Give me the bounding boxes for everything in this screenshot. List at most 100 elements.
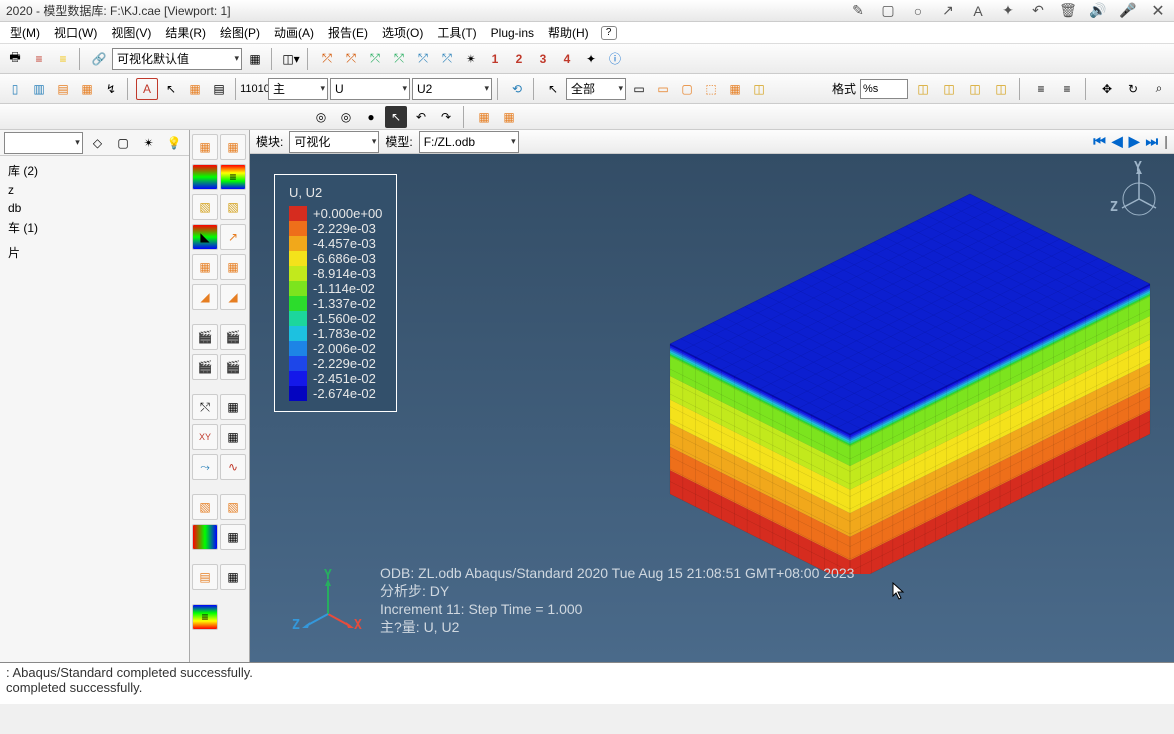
delete-icon[interactable]: 🗑: [1058, 1, 1078, 21]
tool-path-icon[interactable]: ⤳: [192, 454, 218, 480]
sel-box3d-icon[interactable]: ◫: [748, 78, 770, 100]
sel-2-icon[interactable]: ▭: [652, 78, 674, 100]
pan-icon[interactable]: ✥: [1096, 78, 1118, 100]
show-hide-icon[interactable]: ▤: [208, 78, 230, 100]
menu-plot[interactable]: 绘图(P): [214, 22, 266, 43]
select-k-icon[interactable]: ↖: [385, 106, 407, 128]
cube-dropdown-icon[interactable]: ◫▾: [280, 48, 302, 70]
csys-4-icon[interactable]: 4: [556, 48, 578, 70]
query-box-icon[interactable]: ▦: [184, 78, 206, 100]
sel-4-icon[interactable]: ⬚: [700, 78, 722, 100]
db-icon-2[interactable]: ≡: [52, 48, 74, 70]
render-fill-icon[interactable]: ◫: [990, 78, 1012, 100]
tool-grid2-icon[interactable]: ▦: [220, 134, 246, 160]
last-frame-icon[interactable]: ⏭: [1145, 133, 1158, 150]
menu-model[interactable]: 型(M): [4, 22, 46, 43]
primary-label-dropdown[interactable]: 主: [268, 78, 328, 100]
vis-default-dropdown[interactable]: 可视化默认值: [112, 48, 242, 70]
tool-plot-icon[interactable]: ∿: [220, 454, 246, 480]
tree-bulb-icon[interactable]: 💡: [163, 132, 185, 154]
tree-item[interactable]: 库 (2): [4, 160, 185, 181]
primary-comp-dropdown[interactable]: U2: [412, 78, 492, 100]
tree-folder-icon[interactable]: ▢: [112, 132, 134, 154]
menu-options[interactable]: 选项(O): [376, 22, 429, 43]
tool-spectrum-icon[interactable]: [192, 524, 218, 550]
tool-field1-icon[interactable]: ▧: [192, 494, 218, 520]
sel-1-icon[interactable]: ▭: [628, 78, 650, 100]
menu-view[interactable]: 视图(V): [105, 22, 157, 43]
tree-filter-dropdown[interactable]: [4, 132, 83, 154]
csys-x1-icon[interactable]: ⤱: [316, 48, 338, 70]
tree-item[interactable]: 片: [4, 242, 185, 263]
tool-list2-icon[interactable]: ▦: [220, 564, 246, 590]
rotate-icon[interactable]: ↻: [1122, 78, 1144, 100]
first-frame-icon[interactable]: ⏮: [1093, 133, 1106, 150]
text-icon[interactable]: A: [968, 1, 988, 21]
tree-item[interactable]: z: [4, 181, 185, 199]
csys-all-icon[interactable]: ✴: [460, 48, 482, 70]
tool-csys-icon[interactable]: ⤲: [192, 394, 218, 420]
rail1-icon[interactable]: ≡: [1030, 78, 1052, 100]
tool-table-icon[interactable]: ▦: [220, 394, 246, 420]
print-icon[interactable]: 🖶: [4, 48, 26, 70]
tool-grid-icon[interactable]: ▦: [192, 134, 218, 160]
menu-help[interactable]: 帮助(H): [542, 22, 595, 43]
csys-2-icon[interactable]: 2: [508, 48, 530, 70]
render-wire-icon[interactable]: ◫: [912, 78, 934, 100]
tool-field2-icon[interactable]: ▧: [220, 494, 246, 520]
tool-cut2-icon[interactable]: ◢: [220, 284, 246, 310]
circ1-icon[interactable]: ◎: [310, 106, 332, 128]
viewport[interactable]: U, U2 +0.000e+00-2.229e-03-4.457e-03-6.6…: [250, 154, 1174, 662]
tool-list-icon[interactable]: ▤: [192, 564, 218, 590]
tool-cut1-icon[interactable]: ◢: [192, 284, 218, 310]
sparkle-icon[interactable]: ✦: [998, 1, 1018, 21]
render-shaded-icon[interactable]: ◫: [964, 78, 986, 100]
select-scope-dropdown[interactable]: 全部: [566, 78, 626, 100]
tool-set-icon[interactable]: ▦: [220, 524, 246, 550]
csys-z2-icon[interactable]: ⤱: [436, 48, 458, 70]
menu-viewport[interactable]: 视口(W): [48, 22, 103, 43]
db-icon-1[interactable]: ≡: [28, 48, 50, 70]
sound-icon[interactable]: 🔊: [1088, 1, 1108, 21]
view-opt2-icon[interactable]: ▦: [498, 106, 520, 128]
model-dropdown[interactable]: F:/ZL.odb: [419, 131, 519, 153]
sync-icon[interactable]: ⟲: [506, 78, 528, 100]
mic-icon[interactable]: 🎤: [1118, 1, 1138, 21]
csys-1-icon[interactable]: 1: [484, 48, 506, 70]
menu-tools[interactable]: 工具(T): [431, 22, 482, 43]
tool-anim2-icon[interactable]: 🎬: [220, 324, 246, 350]
layout3-icon[interactable]: ▤: [52, 78, 74, 100]
tool-mat2-icon[interactable]: ▦: [220, 254, 246, 280]
close-icon[interactable]: ✕: [1148, 1, 1168, 21]
tree-gear-icon[interactable]: ✴: [138, 132, 160, 154]
view-opt1-icon[interactable]: ▦: [473, 106, 495, 128]
tree-expand-icon[interactable]: ◇: [87, 132, 109, 154]
rail2-icon[interactable]: ≡: [1056, 78, 1078, 100]
undo-icon[interactable]: ↶: [1028, 1, 1048, 21]
circ3-icon[interactable]: ●: [360, 106, 382, 128]
undo2-icon[interactable]: ↶: [410, 106, 432, 128]
layout1-icon[interactable]: ▯: [4, 78, 26, 100]
menu-report[interactable]: 报告(E): [322, 22, 374, 43]
tool-anim3-icon[interactable]: 🎬: [192, 354, 218, 380]
tool-anim1-icon[interactable]: 🎬: [192, 324, 218, 350]
circ2-icon[interactable]: ◎: [335, 106, 357, 128]
next-frame-icon[interactable]: ▶: [1129, 133, 1140, 150]
primary-var-dropdown[interactable]: U: [330, 78, 410, 100]
counter-icon[interactable]: 11010: [244, 78, 266, 100]
tree-item[interactable]: db: [4, 199, 185, 217]
context-help-icon[interactable]: ?: [601, 26, 617, 40]
fe-model[interactable]: [550, 174, 1174, 574]
tool-table2-icon[interactable]: ▦: [220, 424, 246, 450]
csys-x2-icon[interactable]: ⤱: [340, 48, 362, 70]
tool-mat1-icon[interactable]: ▦: [192, 254, 218, 280]
tool-layer-icon[interactable]: ≡: [192, 604, 218, 630]
zoom-icon[interactable]: ⌕: [1148, 78, 1170, 100]
tool-deform2-icon[interactable]: ▧: [220, 194, 246, 220]
circle-icon[interactable]: ○: [908, 1, 928, 21]
link-icon[interactable]: 🔗: [88, 48, 110, 70]
render-hidden-icon[interactable]: ◫: [938, 78, 960, 100]
view-triad[interactable]: Y Z: [1114, 164, 1164, 224]
box-icon[interactable]: ▦: [244, 48, 266, 70]
prev-frame-icon[interactable]: ◀: [1112, 133, 1123, 150]
